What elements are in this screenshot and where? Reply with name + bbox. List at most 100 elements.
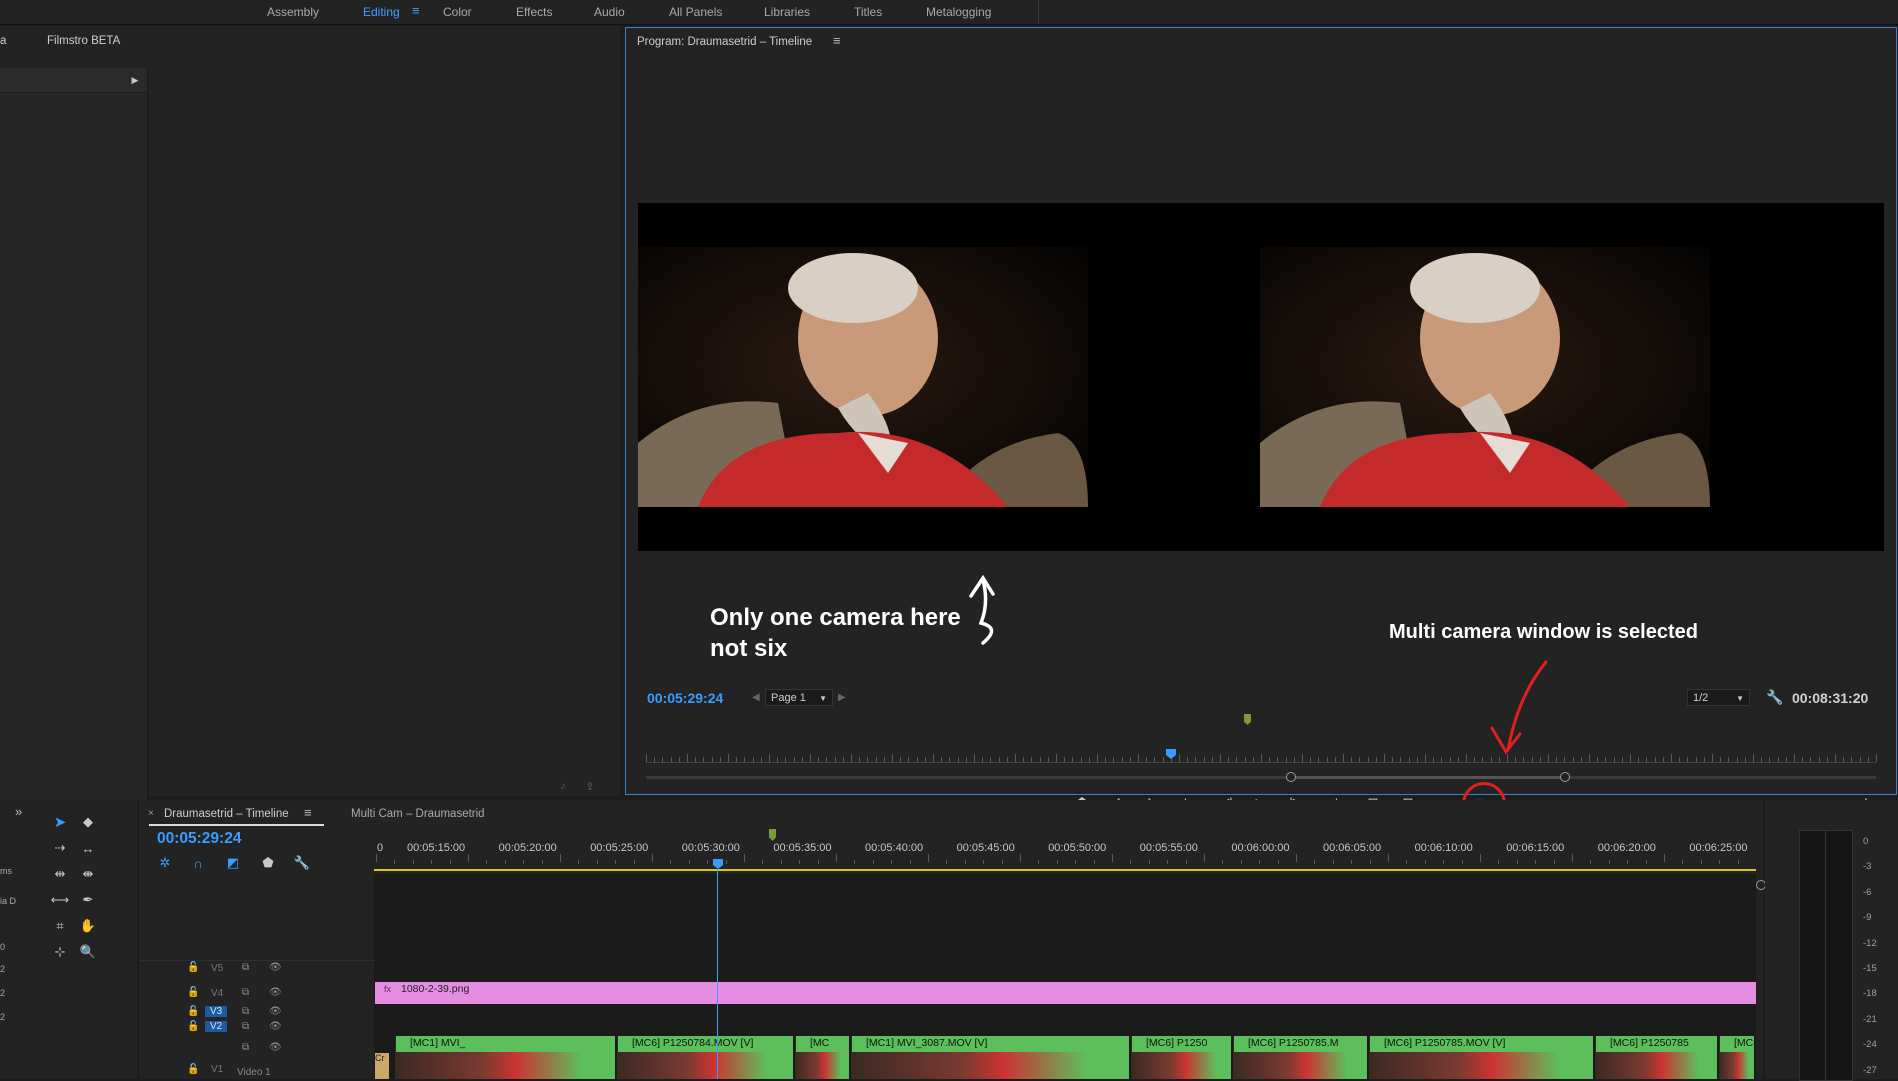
program-monitor-title[interactable]: Program: Draumasetrid – Timeline: [637, 36, 812, 48]
rolling-edit-tool-icon[interactable]: ⟷: [50, 890, 70, 910]
program-marker[interactable]: [1244, 714, 1251, 725]
razor-tool-icon[interactable]: ◆: [78, 812, 98, 832]
timeline-ruler-tick: [431, 860, 433, 864]
program-ruler[interactable]: [646, 762, 1876, 763]
v5-lock-icon[interactable]: 🔓: [187, 962, 199, 973]
selection-tool-icon[interactable]: ➤: [50, 812, 70, 832]
v1-clip[interactable]: [MC6] P1250784.MOV [V]: [617, 1036, 793, 1052]
program-ruler-ticks: [646, 752, 1877, 762]
export-icon[interactable]: ⇪: [582, 778, 598, 794]
timeline-ruler-tick: [1296, 854, 1297, 862]
panel-expand-icon[interactable]: »: [15, 804, 22, 819]
work-area-bar[interactable]: [374, 869, 1756, 871]
timeline-timecode[interactable]: 00:05:29:24: [157, 830, 241, 848]
meter-label: -9: [1863, 912, 1872, 924]
timeline-menu-icon[interactable]: ≡: [304, 805, 312, 820]
zoom-tool-icon[interactable]: 🔍: [78, 942, 98, 962]
timeline-ruler-tick: [1038, 860, 1040, 864]
slip-tool-icon[interactable]: ↔: [78, 838, 98, 858]
zoom-handle-left[interactable]: [1286, 772, 1296, 782]
timeline-settings-wrench-icon[interactable]: 🔧: [294, 855, 310, 871]
v4-label[interactable]: V4: [211, 988, 223, 999]
workspace-tab-assembly[interactable]: Assembly: [267, 5, 319, 19]
linked-selection-icon[interactable]: ◩: [225, 855, 241, 871]
workspace-tab-metalogging[interactable]: Metalogging: [926, 5, 991, 19]
v1-clip[interactable]: [MC1] MVI_3087.MOV [V]: [851, 1036, 1129, 1052]
v1-clip[interactable]: [MC6] P1250785.M: [1233, 1036, 1367, 1052]
ruler-tick: [851, 754, 852, 762]
annotation-one-camera: Only one camera here not six: [710, 602, 961, 664]
page-next-icon[interactable]: ▶: [838, 692, 846, 703]
workspace-tab-effects[interactable]: Effects: [516, 5, 552, 19]
v1-clip[interactable]: [MC6] P1250785.MOV [V]: [1369, 1036, 1593, 1052]
workspace-tab-libraries[interactable]: Libraries: [764, 5, 810, 19]
insert-icon[interactable]: ♪: [555, 778, 571, 794]
nest-icon[interactable]: ✲: [157, 855, 173, 871]
add-marker-icon[interactable]: ⬟: [260, 855, 276, 871]
filmstro-tab[interactable]: Filmstro BETA: [47, 35, 120, 47]
v3-eye-icon[interactable]: 👁: [269, 1006, 282, 1017]
v1-label[interactable]: V1: [211, 1064, 223, 1075]
ripple-edit-tool-icon[interactable]: ⇹: [50, 864, 70, 884]
hand-tool-icon[interactable]: ✋: [78, 916, 98, 936]
v5-label[interactable]: V5: [211, 963, 223, 974]
workspace-menu-icon[interactable]: ≡: [412, 3, 420, 18]
track-select-tool-icon[interactable]: ⇢: [50, 838, 70, 858]
v5-eye-icon[interactable]: 👁: [269, 962, 282, 973]
cr-clip-label[interactable]: Cr: [375, 1053, 389, 1079]
timeline-marker[interactable]: [769, 829, 776, 841]
v4-lock-icon[interactable]: 🔓: [187, 987, 199, 998]
v1-eye-icon[interactable]: 👁: [269, 1042, 282, 1053]
timeline-ruler-tick: [836, 854, 837, 862]
workspace-tab-titles[interactable]: Titles: [854, 5, 882, 19]
page-prev-icon[interactable]: ◀: [752, 692, 760, 703]
v2-eye-icon[interactable]: 👁: [269, 1021, 282, 1032]
v4-eye-icon[interactable]: 👁: [269, 987, 282, 998]
zoom-scroll-bar[interactable]: [646, 776, 1876, 779]
v1-clip[interactable]: [MC: [795, 1036, 849, 1052]
panel-menu-icon[interactable]: ≡: [833, 33, 841, 48]
program-timecode-current[interactable]: 00:05:29:24: [647, 690, 723, 706]
anchor-tool-icon[interactable]: ⊹: [50, 942, 70, 962]
settings-wrench-icon[interactable]: 🔧: [1766, 689, 1783, 706]
v2-label[interactable]: V2: [205, 1021, 228, 1032]
expand-arrow-icon[interactable]: ▶: [128, 70, 142, 90]
workspace-tab-color[interactable]: Color: [443, 5, 472, 19]
clip-thumbnail: [795, 1052, 849, 1079]
resolution-select[interactable]: 1/2 ▼: [1687, 689, 1750, 706]
v1-sync-icon[interactable]: ⧉: [242, 1042, 249, 1053]
ruler-tick: [1785, 757, 1787, 762]
page-select[interactable]: Page 1 ▼: [765, 689, 833, 706]
workspace-tab-all-panels[interactable]: All Panels: [669, 5, 722, 19]
v3-label[interactable]: V3: [205, 1006, 228, 1017]
timeline-ruler-tick: [928, 854, 929, 862]
rate-stretch-tool-icon[interactable]: ⌗: [50, 916, 70, 936]
workspace-tab-audio[interactable]: Audio: [594, 5, 625, 19]
ruler-tick: [1310, 757, 1312, 762]
v3-sync-icon[interactable]: ⧉: [242, 1006, 249, 1017]
v2-sync-icon[interactable]: ⧉: [242, 1021, 249, 1032]
timeline-tab-multicam[interactable]: Multi Cam – Draumasetrid: [351, 808, 485, 820]
timeline-playhead-head[interactable]: [713, 859, 723, 869]
v1-clip[interactable]: [MC6] P1250785.MOV [V]: [1719, 1036, 1754, 1052]
v4-sync-icon[interactable]: ⧉: [242, 987, 249, 998]
ruler-tick: [908, 757, 910, 762]
v1-clip[interactable]: [MC6] P1250: [1131, 1036, 1231, 1052]
v1-clip[interactable]: [MC6] P1250785: [1595, 1036, 1717, 1052]
v5-sync-icon[interactable]: ⧉: [242, 962, 249, 973]
ruler-tick: [998, 757, 1000, 762]
v2-lock-icon[interactable]: 🔓: [187, 1021, 199, 1032]
slide-tool-icon[interactable]: ⇼: [78, 864, 98, 884]
timeline-tab-active[interactable]: Draumasetrid – Timeline: [164, 808, 289, 820]
snap-magnet-icon[interactable]: ∩: [190, 855, 206, 871]
png-clip[interactable]: 1080-2-39.png: [375, 982, 1756, 1004]
pen-tool-icon[interactable]: ✒: [78, 890, 98, 910]
v1-clip[interactable]: [MC1] MVI_: [395, 1036, 615, 1052]
zoom-handle-right[interactable]: [1560, 772, 1570, 782]
v1-lock-icon[interactable]: 🔓: [187, 1064, 199, 1075]
workspace-tab-editing[interactable]: Editing: [363, 5, 400, 19]
left-panel-tab-partial[interactable]: a: [0, 35, 6, 47]
v3-lock-icon[interactable]: 🔓: [187, 1006, 199, 1017]
close-tab-icon[interactable]: ×: [148, 808, 154, 819]
timeline-ruler-tick: [1535, 860, 1537, 864]
